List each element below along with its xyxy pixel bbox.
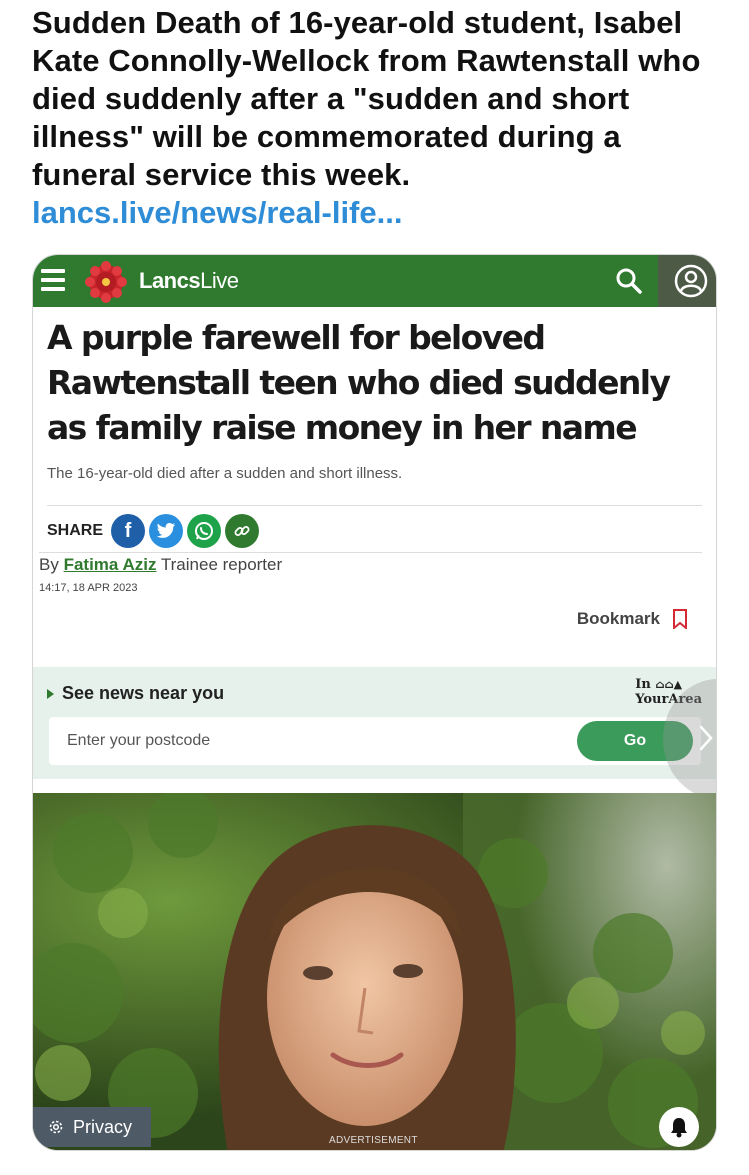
share-label: SHARE xyxy=(47,522,104,539)
author-role: Trainee reporter xyxy=(160,555,283,574)
bookmark-icon xyxy=(673,609,687,629)
near-you-widget: See news near you In ⌂⌂▲ YourArea Go xyxy=(33,667,716,779)
byline: By Fatima Aziz Trainee reporter xyxy=(39,555,282,575)
menu-icon[interactable] xyxy=(41,269,65,291)
whatsapp-icon[interactable] xyxy=(187,514,222,548)
bell-icon xyxy=(671,1118,687,1138)
bookmark-label: Bookmark xyxy=(576,609,660,628)
article-subhead: The 16-year-old died after a sudden and … xyxy=(47,465,403,482)
near-you-title[interactable]: See news near you xyxy=(47,683,224,704)
facebook-icon[interactable]: f xyxy=(111,514,146,548)
house-icons: ⌂⌂▲ xyxy=(655,678,683,691)
postcode-form: Go xyxy=(49,717,701,765)
notification-button[interactable] xyxy=(659,1107,699,1147)
rose-icon xyxy=(85,261,127,303)
share-row: SHARE f xyxy=(47,513,260,549)
postcode-input[interactable] xyxy=(49,717,569,765)
twitter-icon[interactable] xyxy=(149,514,184,548)
divider xyxy=(39,552,702,553)
article-card[interactable]: LancsLive A purple farewell for beloved … xyxy=(32,254,717,1151)
link-icon[interactable] xyxy=(225,514,260,548)
site-header: LancsLive xyxy=(33,255,716,307)
chevron-right-icon[interactable] xyxy=(699,725,713,751)
bookmark-button[interactable]: Bookmark xyxy=(577,609,688,629)
site-brand[interactable]: LancsLive xyxy=(139,268,239,294)
gear-icon xyxy=(49,1120,63,1134)
expand-triangle-icon xyxy=(47,688,54,699)
divider xyxy=(47,505,702,506)
privacy-button[interactable]: Privacy xyxy=(33,1107,151,1147)
privacy-label: Privacy xyxy=(73,1116,133,1137)
author-link[interactable]: Fatima Aziz xyxy=(64,555,157,574)
publish-datetime: 14:17, 18 APR 2023 xyxy=(39,582,138,594)
user-icon[interactable] xyxy=(673,263,709,299)
byline-prefix: By xyxy=(39,555,59,574)
tweet-text: Sudden Death of 16-year-old student, Isa… xyxy=(32,5,701,192)
article-headline: A purple farewell for beloved Rawtenstal… xyxy=(47,318,671,447)
article-photo xyxy=(33,793,716,1150)
advertisement-label: ADVERTISEMENT xyxy=(329,1135,418,1146)
search-icon[interactable] xyxy=(615,267,643,295)
tweet-link[interactable]: lancs.live/news/real-life... xyxy=(32,194,402,232)
